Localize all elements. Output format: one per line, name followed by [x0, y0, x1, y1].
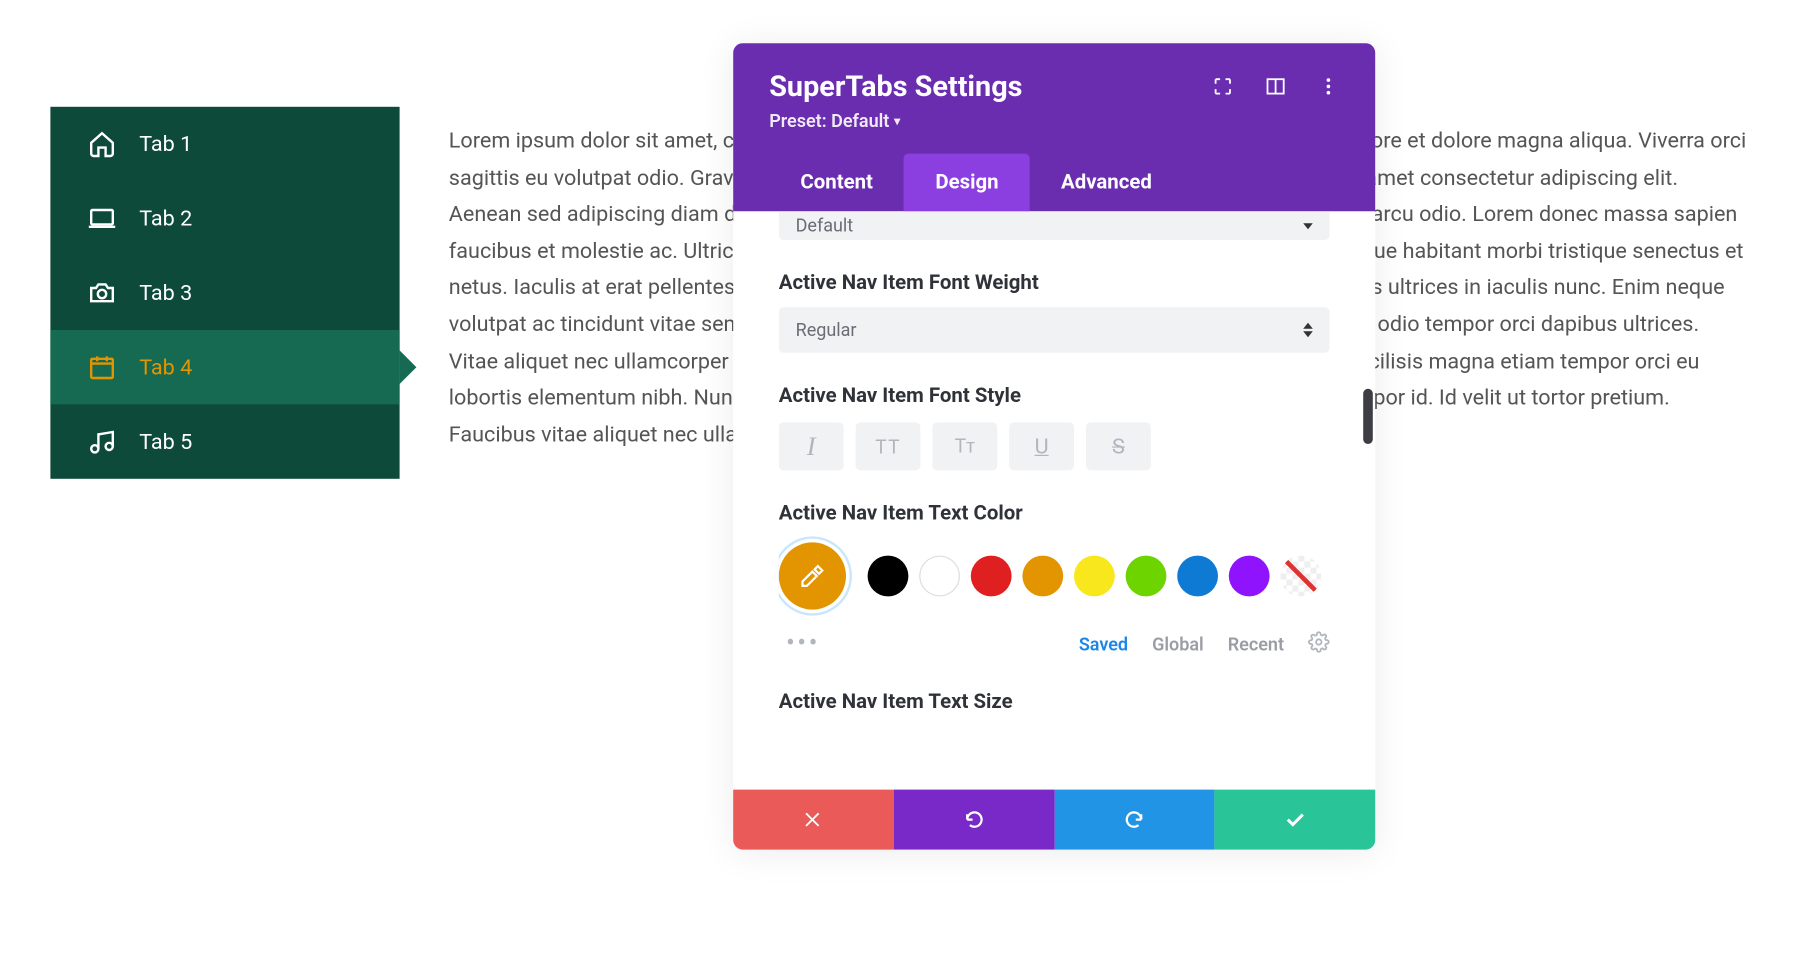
camera-icon	[86, 277, 117, 308]
select-value: Regular	[796, 319, 857, 341]
side-tab-1[interactable]: Tab 1	[50, 107, 399, 181]
text-color-label: Active Nav Item Text Color	[779, 502, 1330, 526]
uppercase-button[interactable]: TT	[856, 422, 921, 470]
modal-header: SuperTabs Settings Preset: Default ▾ Con…	[733, 43, 1375, 211]
font-weight-select[interactable]: Regular	[779, 307, 1330, 353]
color-swatch-black[interactable]	[868, 556, 909, 597]
color-swatch-red[interactable]	[971, 556, 1012, 597]
redo-button[interactable]	[1054, 790, 1215, 850]
laptop-icon	[86, 203, 117, 234]
color-swatch-white[interactable]	[919, 556, 960, 597]
color-swatch-orange[interactable]	[1022, 556, 1063, 597]
strikethrough-button[interactable]: S	[1086, 422, 1151, 470]
undo-button[interactable]	[894, 790, 1055, 850]
calendar-icon	[86, 352, 117, 383]
chevron-updown-icon	[1303, 223, 1313, 229]
modal-body: Default Active Nav Item Font Weight Regu…	[733, 211, 1375, 789]
smallcaps-button[interactable]: Tᴛ	[932, 422, 997, 470]
tab-advanced[interactable]: Advanced	[1030, 154, 1183, 212]
side-tab-3[interactable]: Tab 3	[50, 256, 399, 330]
palette-tab-saved[interactable]: Saved	[1079, 633, 1128, 655]
italic-button[interactable]: I	[779, 422, 844, 470]
palette-tab-recent[interactable]: Recent	[1228, 633, 1284, 655]
music-icon	[86, 426, 117, 457]
color-swatch-yellow[interactable]	[1074, 556, 1115, 597]
chevron-updown-icon	[1303, 323, 1313, 337]
color-swatch-transparent[interactable]	[1280, 556, 1321, 597]
tab-design[interactable]: Design	[904, 154, 1030, 212]
expand-icon[interactable]	[1212, 76, 1234, 98]
scrollbar-thumb[interactable]	[1363, 389, 1373, 444]
underline-button[interactable]: U	[1009, 422, 1074, 470]
color-swatch-blue[interactable]	[1177, 556, 1218, 597]
side-tabs-nav: Tab 1 Tab 2 Tab 3 Tab 4 Tab 5	[50, 107, 399, 479]
home-icon	[86, 128, 117, 159]
tab-content[interactable]: Content	[769, 154, 904, 212]
tab-label: Tab 4	[139, 355, 192, 380]
font-weight-label: Active Nav Item Font Weight	[779, 271, 1330, 295]
side-tab-2[interactable]: Tab 2	[50, 181, 399, 255]
preset-selector[interactable]: Preset: Default ▾	[769, 110, 1339, 132]
gear-icon[interactable]	[1308, 631, 1330, 657]
font-style-label: Active Nav Item Font Style	[779, 384, 1330, 408]
split-view-icon[interactable]	[1265, 76, 1287, 98]
text-size-label: Active Nav Item Text Size	[779, 690, 1330, 714]
tab-label: Tab 2	[139, 206, 192, 231]
cancel-button[interactable]	[733, 790, 894, 850]
palette-tab-global[interactable]: Global	[1152, 633, 1204, 655]
confirm-button[interactable]	[1215, 790, 1376, 850]
tab-label: Tab 5	[139, 429, 192, 454]
font-select[interactable]: Default	[779, 211, 1330, 240]
more-icon[interactable]	[1318, 76, 1340, 98]
tab-label: Tab 3	[139, 280, 192, 305]
select-value: Default	[796, 215, 854, 237]
color-swatch-purple[interactable]	[1229, 556, 1270, 597]
more-swatches-icon[interactable]: •••	[786, 629, 820, 659]
side-tab-5[interactable]: Tab 5	[50, 404, 399, 478]
settings-modal: SuperTabs Settings Preset: Default ▾ Con…	[733, 43, 1375, 849]
tab-label: Tab 1	[139, 131, 192, 156]
modal-title: SuperTabs Settings	[769, 70, 1022, 104]
chevron-down-icon: ▾	[894, 115, 900, 128]
modal-footer	[733, 790, 1375, 850]
color-swatch-green[interactable]	[1126, 556, 1167, 597]
side-tab-4[interactable]: Tab 4	[50, 330, 399, 404]
eyedropper-button[interactable]	[779, 542, 846, 609]
